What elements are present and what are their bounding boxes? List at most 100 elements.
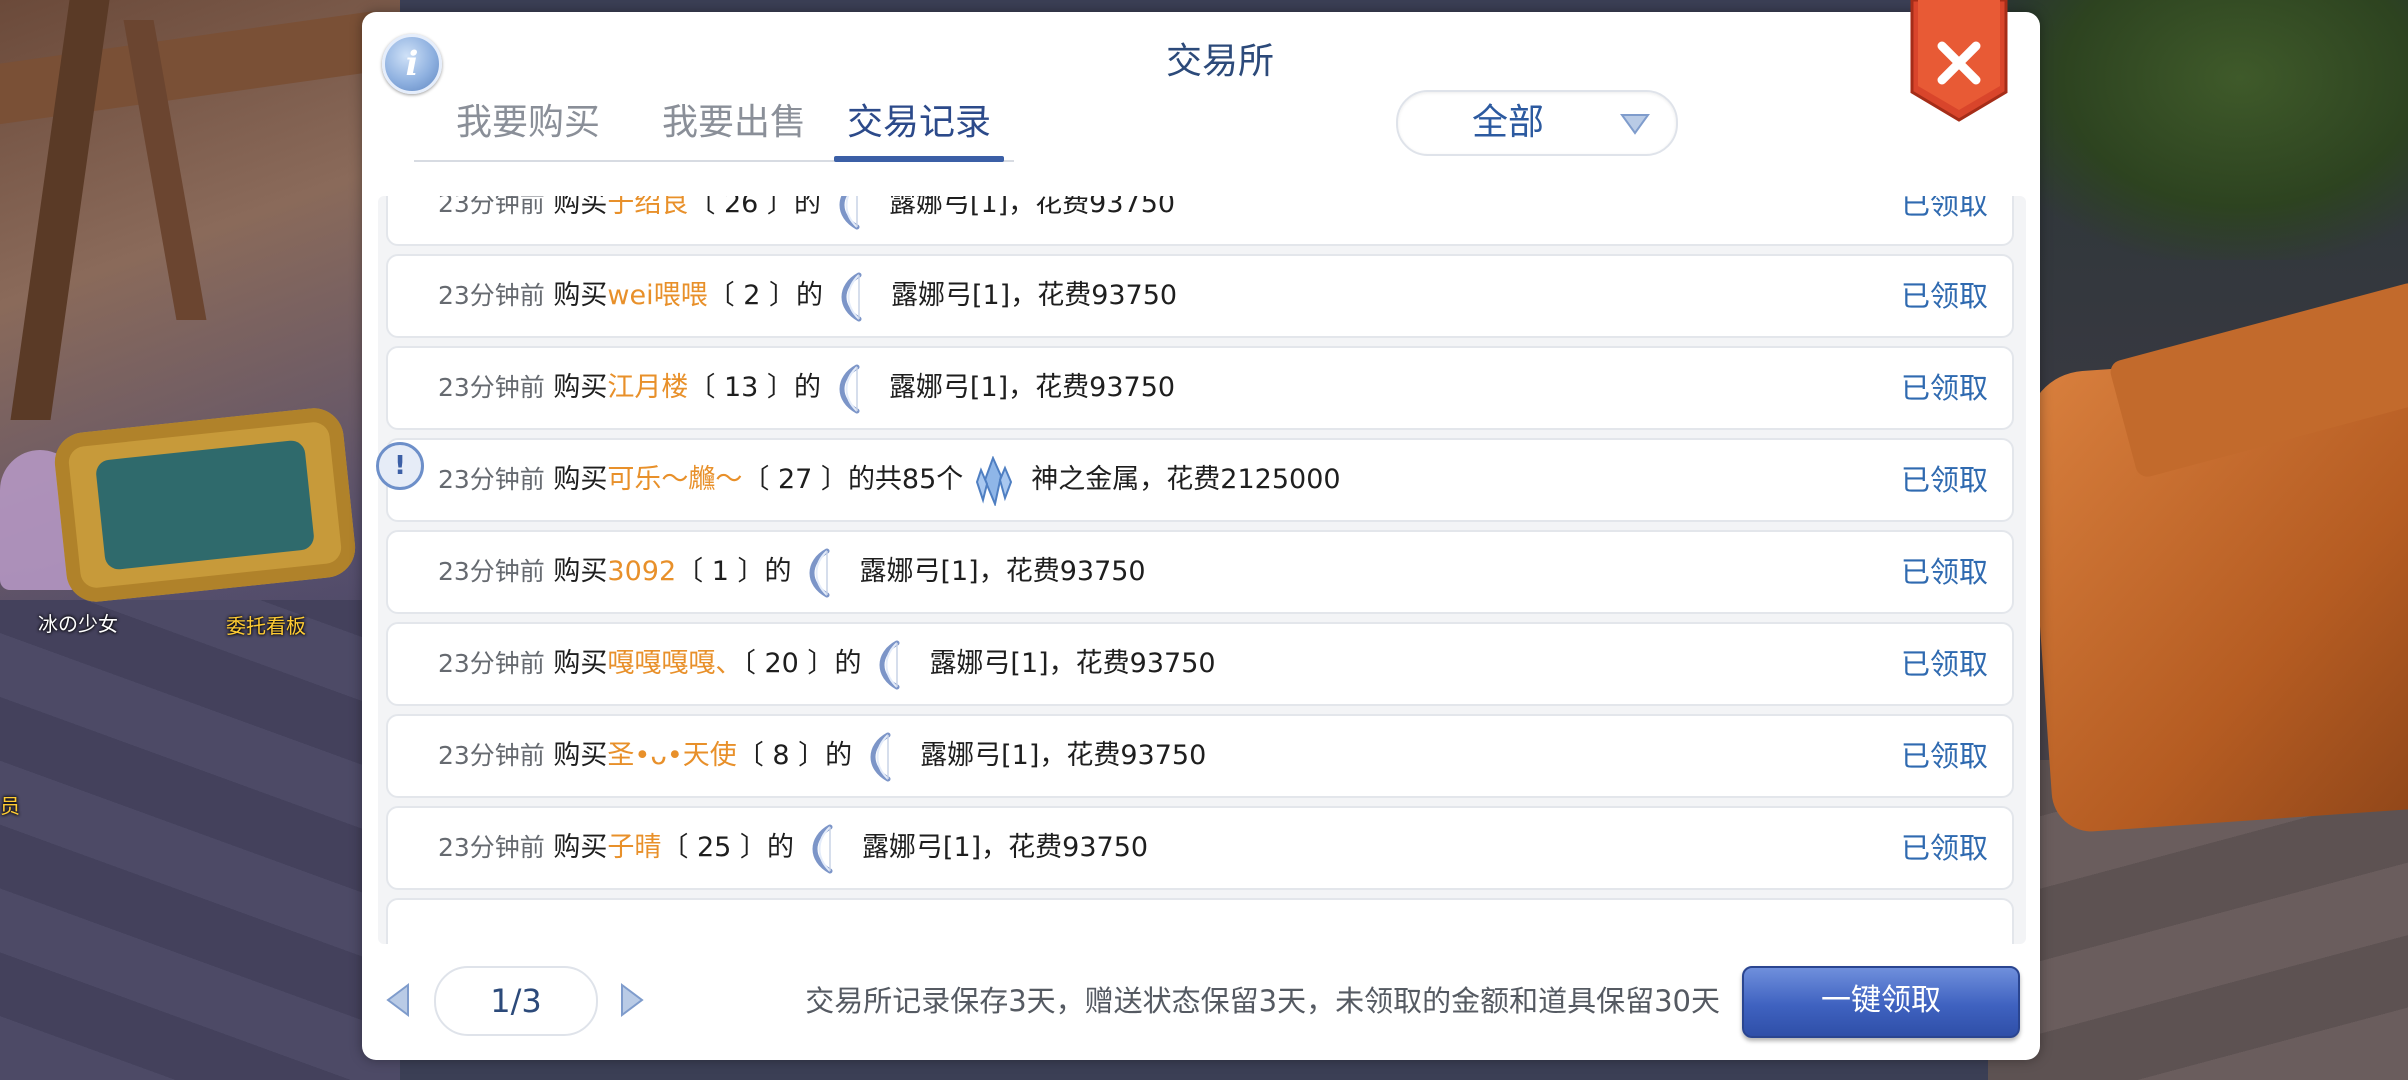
record-item: 露娜弓[1]，花费93750 bbox=[890, 280, 1178, 311]
record-action: 购买 bbox=[553, 196, 608, 219]
quest-board[interactable] bbox=[51, 405, 359, 605]
records-list[interactable]: 23分钟前 购买于绍良〔 26 〕的 露娜弓[1]，花费93750 已领取 23分钟前… bbox=[378, 196, 2026, 944]
next-page-icon[interactable] bbox=[618, 982, 646, 1018]
filter-dropdown[interactable]: 全部 bbox=[1396, 90, 1678, 156]
table-row[interactable]: 23分钟前 购买可乐～虪～〔 27 〕的共85个 神之金属，花费2125000 已领… bbox=[386, 438, 2014, 522]
record-time: 23分钟前 bbox=[438, 649, 545, 678]
record-text: 23分钟前 购买子晴〔 25 〕的 露娜弓[1]，花费93750 bbox=[438, 808, 1148, 888]
status-badge: 已领取 bbox=[1900, 196, 1988, 221]
record-item: 露娜弓[1]，花费93750 bbox=[920, 740, 1207, 771]
record-of: 的 bbox=[825, 740, 853, 771]
bow-icon[interactable] bbox=[804, 824, 844, 874]
status-badge: 已领取 bbox=[1900, 555, 1988, 589]
prev-page-icon[interactable] bbox=[384, 982, 412, 1018]
record-item: 露娜弓[1]，花费93750 bbox=[888, 196, 1176, 219]
bow-icon[interactable] bbox=[801, 548, 841, 598]
record-time: 23分钟前 bbox=[438, 465, 545, 494]
bow-icon[interactable] bbox=[871, 640, 911, 690]
record-level: 〔 20 〕 bbox=[742, 648, 835, 679]
status-badge: 已领取 bbox=[1900, 647, 1988, 681]
alert-icon[interactable]: ! bbox=[376, 442, 424, 490]
tab-bar: 我要购买 我要出售 交易记录 bbox=[414, 96, 1014, 162]
table-row[interactable]: 23分钟前 购买圣•ᴗ•天使〔 8 〕的 露娜弓[1]，花费93750 已领取 bbox=[386, 714, 2014, 798]
record-of: 的 bbox=[766, 832, 794, 863]
record-text: 23分钟前 购买于绍良〔 26 〕的 露娜弓[1]，花费93750 bbox=[438, 196, 1175, 244]
crystal-icon[interactable] bbox=[973, 455, 1013, 506]
npc-label[interactable]: 员 bbox=[0, 790, 20, 819]
record-player[interactable]: 3092 bbox=[607, 556, 676, 587]
record-action: 购买 bbox=[553, 556, 608, 587]
record-text: 23分钟前 购买可乐～虪～〔 27 〕的共85个 神之金属，花费2125000 bbox=[438, 440, 1341, 520]
record-player[interactable]: 圣•ᴗ•天使 bbox=[607, 740, 736, 771]
record-item: 神之金属，花费2125000 bbox=[1031, 464, 1341, 495]
record-level: 〔 25 〕 bbox=[661, 832, 767, 863]
table-row[interactable]: 23分钟前 购买wei喂喂〔 2 〕的 露娜弓[1]，花费93750 已领取 bbox=[386, 254, 2014, 338]
table-row[interactable]: 23分钟前 购买3092〔 1 〕的 露娜弓[1]，花费93750 已领取 bbox=[386, 530, 2014, 614]
page-title: 交易所 bbox=[1165, 41, 1274, 82]
record-time: 23分钟前 bbox=[438, 741, 545, 770]
tab-records[interactable]: 交易记录 bbox=[834, 96, 1004, 162]
npc-label[interactable]: 委托看板 bbox=[226, 610, 306, 639]
chevron-down-icon bbox=[1620, 114, 1650, 135]
status-badge: 已领取 bbox=[1900, 279, 1988, 313]
status-badge: 已领取 bbox=[1900, 463, 1988, 497]
table-row[interactable]: 23分钟前 购买于绍良〔 26 〕的 露娜弓[1]，花费93750 已领取 bbox=[386, 196, 2014, 246]
record-action: 购买 bbox=[553, 648, 608, 679]
record-of: 的 bbox=[795, 280, 823, 311]
record-item: 露娜弓[1]，花费93750 bbox=[929, 648, 1216, 679]
scene-right bbox=[1988, 0, 2408, 1080]
bow-icon[interactable] bbox=[831, 196, 871, 230]
npc-label[interactable]: 冰の少女 bbox=[38, 608, 118, 637]
record-action: 购买 bbox=[553, 832, 608, 863]
bow-icon[interactable] bbox=[833, 272, 873, 322]
record-level: 〔 27 〕 bbox=[742, 464, 848, 495]
record-player[interactable]: 于绍良 bbox=[607, 196, 688, 219]
record-action: 购买 bbox=[553, 280, 608, 311]
record-player[interactable]: wei喂喂 bbox=[607, 280, 707, 311]
record-player[interactable]: 嘎嘎嘎嘎、 bbox=[607, 648, 742, 679]
scene-left bbox=[0, 0, 400, 1080]
record-text: 23分钟前 购买嘎嘎嘎嘎、〔 20 〕的 露娜弓[1]，花费93750 bbox=[438, 624, 1216, 704]
record-item: 露娜弓[1]，花费93750 bbox=[859, 556, 1146, 587]
tab-sell[interactable]: 我要出售 bbox=[634, 96, 834, 158]
record-level: 〔 1 〕 bbox=[676, 556, 765, 587]
table-row[interactable] bbox=[386, 898, 2014, 944]
close-icon bbox=[1910, 0, 2008, 122]
record-text: 23分钟前 购买圣•ᴗ•天使〔 8 〕的 露娜弓[1]，花费93750 bbox=[438, 716, 1206, 796]
table-row[interactable]: 23分钟前 购买嘎嘎嘎嘎、〔 20 〕的 露娜弓[1]，花费93750 已领取 bbox=[386, 622, 2014, 706]
close-button[interactable] bbox=[1908, 0, 2010, 122]
record-of: 的 bbox=[793, 372, 821, 403]
record-text: 23分钟前 购买江月楼〔 13 〕的 露娜弓[1]，花费93750 bbox=[438, 348, 1175, 428]
table-row[interactable]: 23分钟前 购买江月楼〔 13 〕的 露娜弓[1]，花费93750 已领取 bbox=[386, 346, 2014, 430]
record-player[interactable]: 子晴 bbox=[607, 832, 661, 863]
tab-buy[interactable]: 我要购买 bbox=[428, 96, 628, 158]
record-text: 23分钟前 购买wei喂喂〔 2 〕的 露娜弓[1]，花费93750 bbox=[438, 256, 1177, 336]
status-badge: 已领取 bbox=[1900, 371, 1988, 405]
page-indicator: 1/3 bbox=[434, 966, 598, 1036]
record-action: 购买 bbox=[553, 740, 608, 771]
bow-icon[interactable] bbox=[862, 732, 902, 782]
record-of: 的共85个 bbox=[847, 464, 964, 495]
record-item: 露娜弓[1]，花费93750 bbox=[861, 832, 1149, 863]
scene-tree bbox=[1988, 0, 2408, 260]
filter-selected: 全部 bbox=[1471, 102, 1544, 143]
record-level: 〔 8 〕 bbox=[736, 740, 826, 771]
record-action: 购买 bbox=[553, 464, 608, 495]
claim-all-button[interactable]: 一键领取 bbox=[1742, 966, 2020, 1038]
record-player[interactable]: 江月楼 bbox=[607, 372, 688, 403]
record-level: 〔 13 〕 bbox=[688, 372, 794, 403]
bow-icon[interactable] bbox=[831, 364, 871, 414]
record-time: 23分钟前 bbox=[438, 833, 545, 862]
record-text: 23分钟前 购买3092〔 1 〕的 露娜弓[1]，花费93750 bbox=[438, 532, 1146, 612]
record-time: 23分钟前 bbox=[438, 373, 545, 402]
record-level: 〔 26 〕 bbox=[688, 196, 794, 219]
record-time: 23分钟前 bbox=[438, 196, 545, 218]
table-row[interactable]: 23分钟前 购买子晴〔 25 〕的 露娜弓[1]，花费93750 已领取 bbox=[386, 806, 2014, 890]
record-player[interactable]: 可乐～虪～ bbox=[607, 464, 742, 495]
record-item: 露娜弓[1]，花费93750 bbox=[888, 372, 1176, 403]
record-action: 购买 bbox=[553, 372, 608, 403]
info-icon[interactable]: i bbox=[382, 34, 442, 94]
record-level: 〔 2 〕 bbox=[707, 280, 796, 311]
record-of: 的 bbox=[764, 556, 792, 587]
retention-note: 交易所记录保存3天，赠送状态保留3天，未领取的金额和道具保留30天 bbox=[805, 984, 1720, 1018]
